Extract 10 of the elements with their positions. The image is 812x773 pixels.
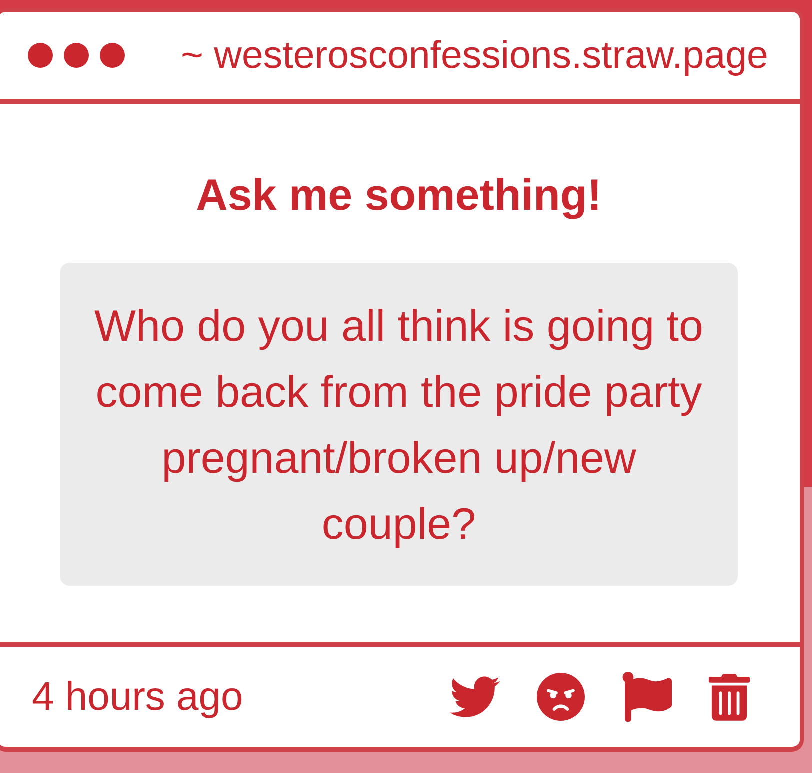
- angry-face-icon[interactable]: [537, 672, 585, 722]
- trash-icon[interactable]: [709, 674, 750, 720]
- question-text: Who do you all think is going to come back from the pride party pregnant/broken up/new couple?: [93, 301, 704, 551]
- window-dot-icon: [100, 43, 125, 68]
- window-dot-icon: [64, 43, 89, 68]
- prompt-heading: Ask me something!: [196, 170, 602, 222]
- window-dot-icon: [28, 43, 53, 68]
- timestamp: 4 hours ago: [32, 674, 244, 720]
- site-url: ~ westerosconfessions.straw.page: [181, 34, 768, 78]
- flag-icon[interactable]: [622, 672, 672, 722]
